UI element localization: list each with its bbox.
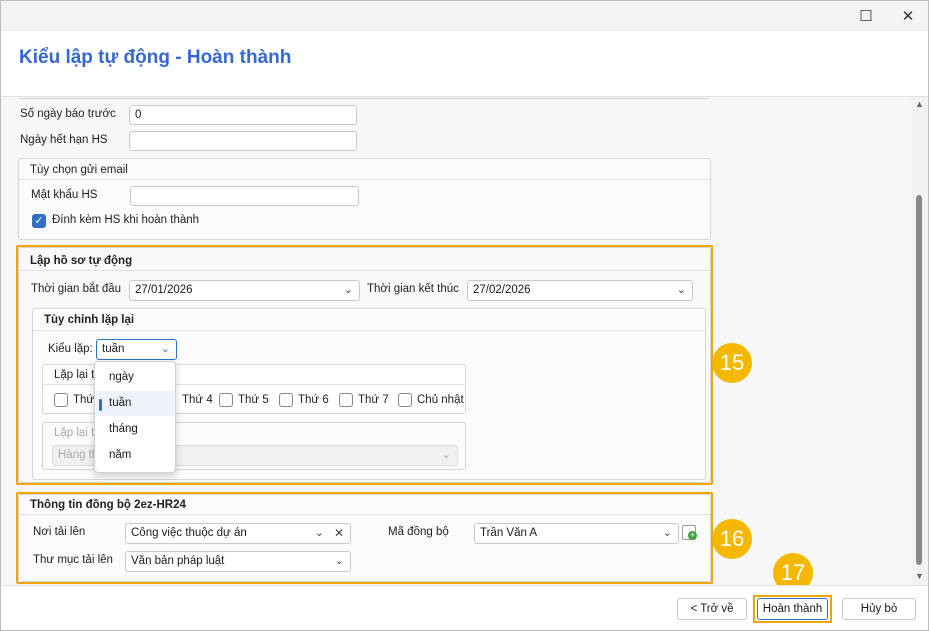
maximize-icon[interactable]: ☐: [851, 5, 881, 27]
dropdown-option-selected[interactable]: tuần: [96, 391, 174, 416]
footer: < Trở về Hoàn thành Hủy bỏ: [1, 585, 928, 630]
expiry-input[interactable]: [129, 131, 357, 151]
highlight-box-16: [16, 492, 713, 584]
dropdown-option[interactable]: năm: [96, 443, 174, 468]
expiry-label: Ngày hết hạn HS: [20, 134, 108, 146]
close-icon[interactable]: ✕: [893, 5, 923, 27]
dialog-window: ☐ ✕ Kiểu lập tự động - Hoàn thành Số ngà…: [0, 0, 929, 631]
divider: [19, 97, 709, 99]
dropdown-option[interactable]: tháng: [96, 417, 174, 442]
vertical-scrollbar[interactable]: ▲ ▼: [911, 97, 928, 585]
finish-button[interactable]: Hoàn thành: [757, 598, 828, 620]
group-divider: [19, 179, 710, 180]
scrollbar-thumb[interactable]: [916, 195, 922, 565]
attach-label: Đính kèm HS khi hoàn thành: [52, 214, 200, 226]
attach-checkbox[interactable]: ✓: [32, 214, 46, 228]
page-title: Kiểu lập tự động - Hoàn thành: [19, 47, 292, 68]
email-options-group: Tùy chọn gửi email Mật khẩu HS ✓ Đính kè…: [18, 158, 711, 240]
dropdown-option[interactable]: ngày: [96, 365, 174, 390]
repeat-type-dropdown: ngày tuần tháng năm: [94, 361, 176, 473]
header: Kiểu lập tự động - Hoàn thành: [1, 31, 928, 97]
email-options-title: Tùy chọn gửi email: [30, 164, 128, 176]
password-input[interactable]: [130, 186, 359, 206]
cancel-button[interactable]: Hủy bỏ: [842, 598, 916, 620]
scroll-up-icon[interactable]: ▲: [915, 99, 924, 109]
back-button[interactable]: < Trở về: [677, 598, 747, 620]
title-bar: ☐ ✕: [1, 1, 928, 31]
scroll-down-icon[interactable]: ▼: [915, 571, 924, 581]
password-label: Mật khẩu HS: [31, 189, 98, 201]
annotation-badge-15: 15: [712, 343, 752, 383]
notice-days-label: Số ngày báo trước: [20, 108, 116, 120]
form-content: Số ngày báo trước 0 Ngày hết hạn HS Tùy …: [1, 97, 911, 585]
notice-days-input[interactable]: 0: [129, 105, 357, 125]
annotation-badge-16: 16: [712, 519, 752, 559]
